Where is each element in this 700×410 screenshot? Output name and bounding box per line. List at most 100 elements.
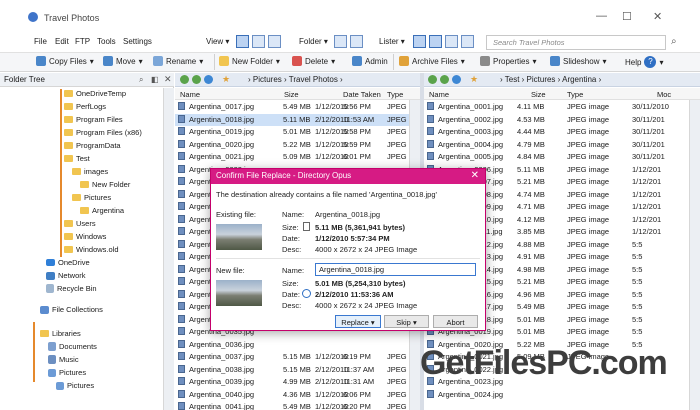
tree-item[interactable]: Program Files: [64, 115, 123, 124]
menu-settings[interactable]: Settings: [123, 37, 152, 46]
search-input[interactable]: Search Travel Photos: [486, 35, 666, 50]
help-button[interactable]: Help? ▾: [625, 56, 663, 68]
tree-scrollbar[interactable]: [163, 88, 174, 410]
col-name[interactable]: Name: [429, 90, 449, 99]
tree-item[interactable]: Pictures: [56, 381, 94, 390]
file-row[interactable]: Argentina_0017.jpg 5.49 MB 1/12/2010 5:56 P…: [175, 101, 415, 114]
breadcrumb[interactable]: › Pictures › Travel Photos ›: [248, 75, 343, 84]
breadcrumb-item[interactable]: Argentina: [562, 75, 596, 84]
details-view-icon[interactable]: [236, 35, 249, 48]
tree-item[interactable]: Music: [48, 355, 79, 364]
tree-item[interactable]: ProgramData: [64, 141, 121, 150]
col-type[interactable]: Type: [567, 90, 583, 99]
file-row[interactable]: Argentina_0039.jpg 4.99 MB 2/12/2010 11:31 …: [175, 376, 415, 389]
tree-lock-icon[interactable]: ◧: [151, 75, 159, 84]
folder-menu[interactable]: Folder ▾: [299, 37, 328, 46]
tree-item[interactable]: Pictures: [72, 193, 111, 202]
admin-button[interactable]: Admin: [352, 56, 388, 66]
col-date-taken[interactable]: Date Taken: [343, 90, 381, 99]
col-size[interactable]: Size: [284, 90, 299, 99]
forward-icon[interactable]: [440, 75, 449, 86]
file-row[interactable]: Argentina_0005.jpg 4.84 MB JPEG image 30/11…: [424, 151, 689, 164]
forward-icon[interactable]: [192, 75, 201, 86]
breadcrumb-item[interactable]: Pictures: [527, 75, 556, 84]
tree-item[interactable]: Test: [64, 154, 90, 163]
tree-item[interactable]: Recycle Bin: [46, 284, 97, 293]
up-icon[interactable]: [204, 75, 213, 86]
list-view-icon[interactable]: [252, 35, 265, 48]
folder-tree-icon[interactable]: [334, 35, 347, 48]
layout-metadata-icon[interactable]: [461, 35, 474, 48]
file-row[interactable]: Argentina_0020.jpg 5.22 MB 1/12/2010 5:59 P…: [175, 139, 415, 152]
menu-file[interactable]: File: [34, 37, 47, 46]
tree-close-icon[interactable]: ✕: [164, 74, 172, 85]
file-row[interactable]: Argentina_0021.jpg 5.09 MB 1/12/2010 6:01 P…: [175, 151, 415, 164]
lister-menu[interactable]: Lister ▾: [379, 37, 405, 46]
tree-item[interactable]: File Collections: [40, 305, 103, 314]
maximize-button[interactable]: ☐: [622, 10, 632, 23]
breadcrumb[interactable]: › Test › Pictures › Argentina ›: [500, 75, 601, 84]
close-button[interactable]: ✕: [653, 10, 662, 23]
file-row[interactable]: Argentina_0003.jpg 4.44 MB JPEG image 30/11…: [424, 126, 689, 139]
new-folder-button[interactable]: New Folder ▾: [219, 56, 280, 66]
layout-viewer-icon[interactable]: [445, 35, 458, 48]
file-row[interactable]: Argentina_0019.jpg 5.01 MB 1/12/2010 5:58 P…: [175, 126, 415, 139]
thumbnails-view-icon[interactable]: [268, 35, 281, 48]
new-name-input[interactable]: Argentina_0018.jpg: [315, 263, 476, 276]
breadcrumb-item[interactable]: Travel Photos: [289, 75, 338, 84]
tree-item[interactable]: Users: [64, 219, 96, 228]
delete-button[interactable]: Delete ▾: [292, 56, 335, 66]
menu-edit[interactable]: Edit: [55, 37, 69, 46]
tree-pin-icon[interactable]: ⌕: [139, 75, 143, 85]
up-icon[interactable]: [452, 75, 461, 86]
tree-item[interactable]: Network: [46, 271, 86, 280]
file-row[interactable]: Argentina_0002.jpg 4.53 MB JPEG image 30/11…: [424, 114, 689, 127]
file-row[interactable]: Argentina_0018.jpg 5.11 MB 2/12/2010 11:53 …: [175, 113, 415, 126]
rename-button[interactable]: Rename ▾: [153, 56, 203, 66]
layout-single-icon[interactable]: [413, 35, 426, 48]
col-modified[interactable]: Moc: [657, 90, 671, 99]
breadcrumb-item[interactable]: Test: [505, 75, 520, 84]
file-row[interactable]: Argentina_0038.jpg 5.15 MB 2/12/2010 11:37 …: [175, 364, 415, 377]
minimize-button[interactable]: —: [596, 10, 607, 22]
back-icon[interactable]: [180, 75, 189, 86]
tree-item[interactable]: Windows.old: [64, 245, 119, 254]
file-row[interactable]: Argentina_0037.jpg 5.15 MB 1/12/2010 6:19 P…: [175, 351, 415, 364]
tree-item[interactable]: Pictures: [48, 368, 86, 377]
dialog-close-icon[interactable]: ✕: [471, 170, 479, 181]
dual-pane-icon[interactable]: [350, 35, 363, 48]
tree-item[interactable]: OneDrive: [46, 258, 90, 267]
file-row[interactable]: Argentina_0040.jpg 4.36 MB 1/12/2010 6:06 P…: [175, 389, 415, 402]
file-row[interactable]: Argentina_0024.jpg: [424, 389, 689, 402]
file-row[interactable]: Argentina_0036.jpg: [175, 339, 409, 352]
view-menu[interactable]: View ▾: [206, 37, 229, 46]
abort-button[interactable]: Abort: [433, 315, 478, 328]
tree-item[interactable]: Program Files (x86): [64, 128, 142, 137]
tree-item[interactable]: New Folder: [80, 180, 130, 189]
search-icon[interactable]: ⌕: [671, 36, 677, 47]
col-type[interactable]: Type: [387, 90, 403, 99]
favorite-star-icon[interactable]: ★: [470, 74, 478, 85]
file-row[interactable]: Argentina_0001.jpg 4.11 MB JPEG image 30/11…: [424, 101, 689, 114]
col-size[interactable]: Size: [531, 90, 546, 99]
properties-button[interactable]: Properties ▾: [480, 56, 536, 66]
tree-item[interactable]: Libraries: [40, 329, 81, 338]
back-icon[interactable]: [428, 75, 437, 86]
archive-files-button[interactable]: Archive Files ▾: [399, 56, 465, 66]
tree-item[interactable]: Argentina: [80, 206, 124, 215]
breadcrumb-item[interactable]: Pictures: [253, 75, 282, 84]
move-button[interactable]: Move ▾: [103, 56, 143, 66]
tree-item[interactable]: PerfLogs: [64, 102, 106, 111]
copy-files-button[interactable]: Copy Files ▾: [36, 56, 94, 66]
tree-item[interactable]: images: [72, 167, 108, 176]
tree-item[interactable]: OneDriveTemp: [64, 89, 126, 98]
tree-item[interactable]: Documents: [48, 342, 97, 351]
menu-tools[interactable]: Tools: [97, 37, 116, 46]
layout-dual-icon[interactable]: [429, 35, 442, 48]
tree-item[interactable]: Windows: [64, 232, 106, 241]
file-row[interactable]: Argentina_0041.jpg 5.49 MB 1/12/2010 6:20 P…: [175, 401, 415, 410]
menu-ftp[interactable]: FTP: [75, 37, 90, 46]
file-row[interactable]: Argentina_0004.jpg 4.79 MB JPEG image 30/11…: [424, 139, 689, 152]
favorite-star-icon[interactable]: ★: [222, 74, 230, 85]
skip-button[interactable]: Skip ▾: [384, 315, 429, 328]
